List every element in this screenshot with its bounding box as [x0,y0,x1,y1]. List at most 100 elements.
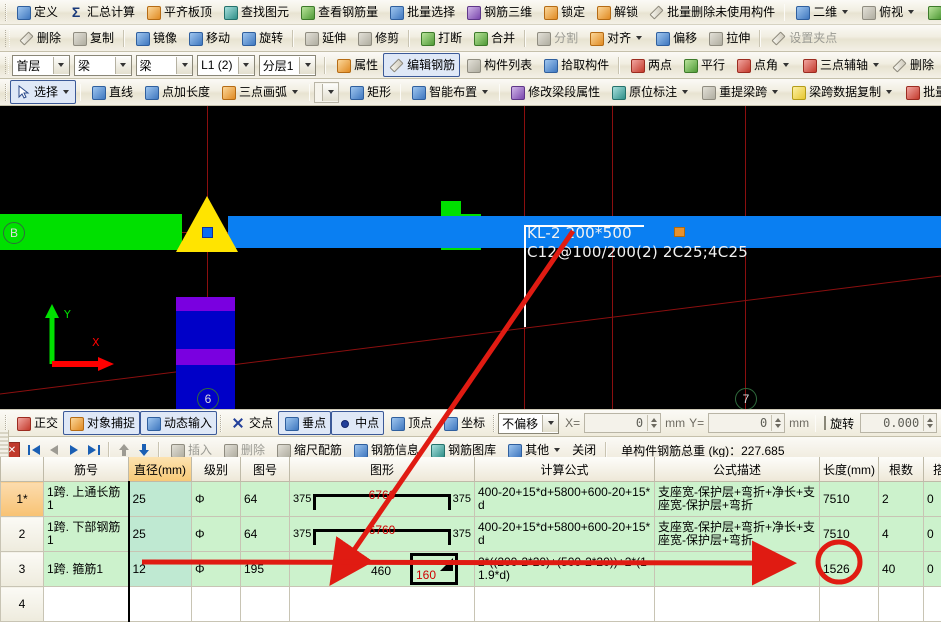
combo-layer[interactable]: 分层1 [258,54,317,76]
batch-recognize-button[interactable]: 批量识别 [899,80,941,104]
rebar-3d-button[interactable]: 钢筋三维 [460,0,537,24]
chevron-down-icon[interactable] [636,36,643,40]
stretch-button[interactable]: 拉伸 [702,26,755,50]
sum-calc-button[interactable]: Σ 汇总计算 [63,0,140,24]
cell-diameter[interactable]: 25 [127,516,192,552]
point-angle-button[interactable]: 点角 [730,53,796,77]
view-rebar-qty-button[interactable]: 查看钢筋量 [294,0,383,24]
define-button[interactable]: 定义 [10,0,63,24]
node-blue-selected[interactable] [202,227,213,238]
span-data-copy-button[interactable]: 梁跨数据复制 [785,80,899,104]
parallel-button[interactable]: 平行 [677,53,730,77]
axis-bubble-6[interactable]: 6 [197,388,219,409]
unlock-button[interactable]: 解锁 [590,0,643,24]
row-number-cell[interactable]: 4 [0,586,44,622]
chevron-down-icon[interactable] [682,90,689,94]
cell-name[interactable]: 1跨. 下部钢筋1 [43,516,129,552]
view-2d-button[interactable]: 二维 [789,0,855,24]
cell-lap[interactable]: 0 [923,516,941,552]
rotate-checkbox[interactable] [824,416,827,430]
cell-count[interactable]: 40 [878,551,924,587]
combo-draw-extra-arrow[interactable] [322,83,339,101]
ortho-button[interactable]: 正交 [10,411,63,435]
chevron-down-icon[interactable] [842,10,849,14]
delete-button[interactable]: 删除 [13,26,66,50]
dynamic-observe-button[interactable]: 动态观察 [921,0,941,24]
cell-name[interactable]: 1跨. 上通长筋1 [43,481,129,517]
rectangle-button[interactable]: 矩形 [343,80,396,104]
cell-lap[interactable]: 0 [923,551,941,587]
copy-button[interactable]: 复制 [66,26,119,50]
cell-count[interactable] [878,586,924,622]
table-header-shape[interactable]: 图形 [289,457,475,482]
line-button[interactable]: 直线 [85,80,138,104]
table-header-formula[interactable]: 计算公式 [474,457,655,482]
intersection-snap-button[interactable]: 交点 [225,411,278,435]
find-element-button[interactable]: 查找图元 [217,0,294,24]
point-plus-length-button[interactable]: 点加长度 [138,80,215,104]
drawing-canvas[interactable]: KL-2 200*500 C12@100/200(2) 2C25;4C25 B … [0,106,941,409]
select-arrow-button[interactable]: 选择 [10,80,77,104]
mirror-button[interactable]: 镜像 [129,26,182,50]
delete-axis-button[interactable]: 删除 [886,53,939,77]
row-number-cell[interactable]: 2 [0,516,44,552]
perpendicular-snap-button[interactable]: 垂点 [278,411,332,435]
table-row[interactable]: 3 1跨. 箍筋1 12 Φ 195 460 160 2*((200-2*20)+(500-2… [0,551,941,587]
cell-length[interactable] [819,586,879,622]
move-button[interactable]: 移动 [182,26,235,50]
vertex-snap-button[interactable]: 顶点 [384,411,437,435]
combo-floor[interactable]: 首层 [12,54,70,76]
chevron-down-icon[interactable] [482,90,489,94]
table-row[interactable]: 4 [0,586,941,622]
axis-bubble-7[interactable]: 7 [735,388,757,409]
axis-bubble-b[interactable]: B [3,222,25,244]
table-header-diameter[interactable]: 直径(mm) [128,457,192,482]
chevron-down-icon[interactable] [886,90,893,94]
pick-component-button[interactable]: 拾取构件 [537,53,614,77]
cell-fignum[interactable] [240,586,290,622]
shape-cell[interactable] [289,586,475,622]
node-orange[interactable] [674,227,685,237]
cell-grade[interactable]: Φ [191,516,241,552]
row-number-cell[interactable]: 1* [0,481,44,517]
combo-draw-extra[interactable] [314,81,340,103]
combo-component-name[interactable]: L1 (2) [197,54,255,76]
shape-cell[interactable]: 460 160 [289,551,475,587]
cell-formula[interactable]: 400-20+15*d+5800+600-20+15*d [474,516,655,552]
table-row[interactable]: 2 1跨. 下部钢筋1 25 Φ 64 375 6760 375 400-20+15*d+580… [0,516,941,552]
re-extract-span-button[interactable]: 重提梁跨 [695,80,785,104]
table-header-rownum[interactable] [0,457,44,482]
lock-button[interactable]: 锁定 [537,0,590,24]
combo-offset-mode[interactable]: 不偏移 [498,412,560,434]
smart-layout-button[interactable]: 智能布置 [405,80,495,104]
table-header-description[interactable]: 公式描述 [654,457,820,482]
combo-floor-arrow[interactable] [52,56,69,74]
property-button[interactable]: 属性 [330,53,383,77]
in-situ-annotation-button[interactable]: 原位标注 [605,80,695,104]
x-offset-input[interactable]: 0 [584,413,662,433]
offset-button[interactable]: 偏移 [649,26,702,50]
rotate-stepper[interactable] [923,415,936,431]
chevron-down-icon[interactable] [782,63,789,67]
component-list-button[interactable]: 构件列表 [460,53,537,77]
cell-diameter[interactable]: 25 [127,481,192,517]
marker-triangle[interactable] [176,196,238,252]
table-row[interactable]: 1* 1跨. 上通长筋1 25 Φ 64 375 6760 375 400-20+15*d+58… [0,481,941,517]
chevron-down-icon[interactable] [63,90,70,94]
edit-beam-segment-button[interactable]: 修改梁段属性 [504,80,605,104]
cell-name[interactable]: 1跨. 箍筋1 [43,551,129,587]
chevron-down-icon[interactable] [772,90,779,94]
cell-fignum[interactable]: 64 [240,481,290,517]
combo-offset-mode-arrow[interactable] [542,414,559,432]
cell-lap[interactable] [923,586,941,622]
align-button[interactable]: 对齐 [583,26,649,50]
y-offset-input-stepper[interactable] [771,415,784,431]
cell-length[interactable]: 1526 [819,551,879,587]
batch-select-button[interactable]: 批量选择 [383,0,460,24]
top-view-button[interactable]: 俯视 [855,0,921,24]
table-header-lap[interactable]: 搭接 [923,457,941,482]
cell-lap[interactable]: 0 [923,481,941,517]
chevron-down-icon[interactable] [873,63,879,67]
table-header-name[interactable]: 筋号 [43,457,129,482]
cell-fignum[interactable]: 64 [240,516,290,552]
